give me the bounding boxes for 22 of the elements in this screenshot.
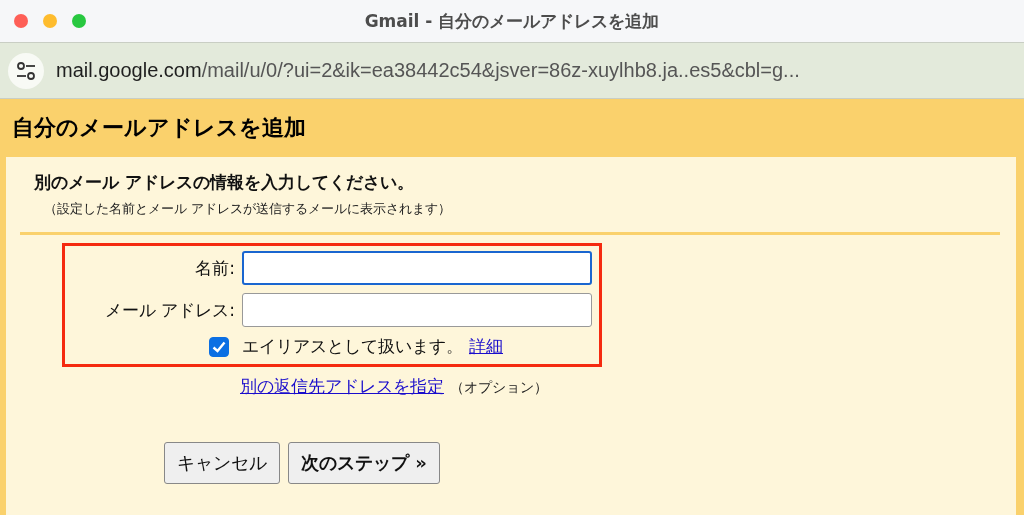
sliders-icon (15, 59, 37, 82)
close-button[interactable] (14, 14, 28, 28)
next-step-button[interactable]: 次のステップ » (288, 442, 440, 484)
site-settings-button[interactable] (8, 52, 44, 89)
checkbox[interactable] (209, 336, 229, 357)
form-heading: 別のメール アドレスの情報を入力してください。 (34, 171, 415, 194)
input-field[interactable] (242, 293, 592, 327)
minimize-button[interactable] (43, 14, 57, 28)
cancel-button[interactable]: キャンセル (164, 442, 280, 484)
url-path: /mail/u/0/?ui=2&ik=ea38442c54&jsver=86z-xuylhb8.ja..es5&cbl=g... (201, 59, 800, 81)
field-label: 名前: (195, 256, 235, 280)
reply-to-link[interactable]: 別の返信先アドレスを指定 (240, 375, 444, 398)
dialog-title: 自分のメールアドレスを追加 (12, 114, 306, 142)
details-link[interactable]: 詳細 (469, 335, 503, 358)
field-label: メール アドレス: (104, 298, 235, 322)
optional-note: （オプション） (450, 379, 548, 397)
checkbox-label: エイリアスとして扱います。 (242, 335, 463, 358)
url-domain: mail.google.com (56, 59, 202, 81)
form-note: （設定した名前とメール アドレスが送信するメールに表示されます） (44, 200, 453, 218)
window-title: Gmail - 自分のメールアドレスを追加 (364, 9, 660, 33)
input-field[interactable] (242, 251, 592, 285)
zoom-button[interactable] (72, 14, 86, 28)
